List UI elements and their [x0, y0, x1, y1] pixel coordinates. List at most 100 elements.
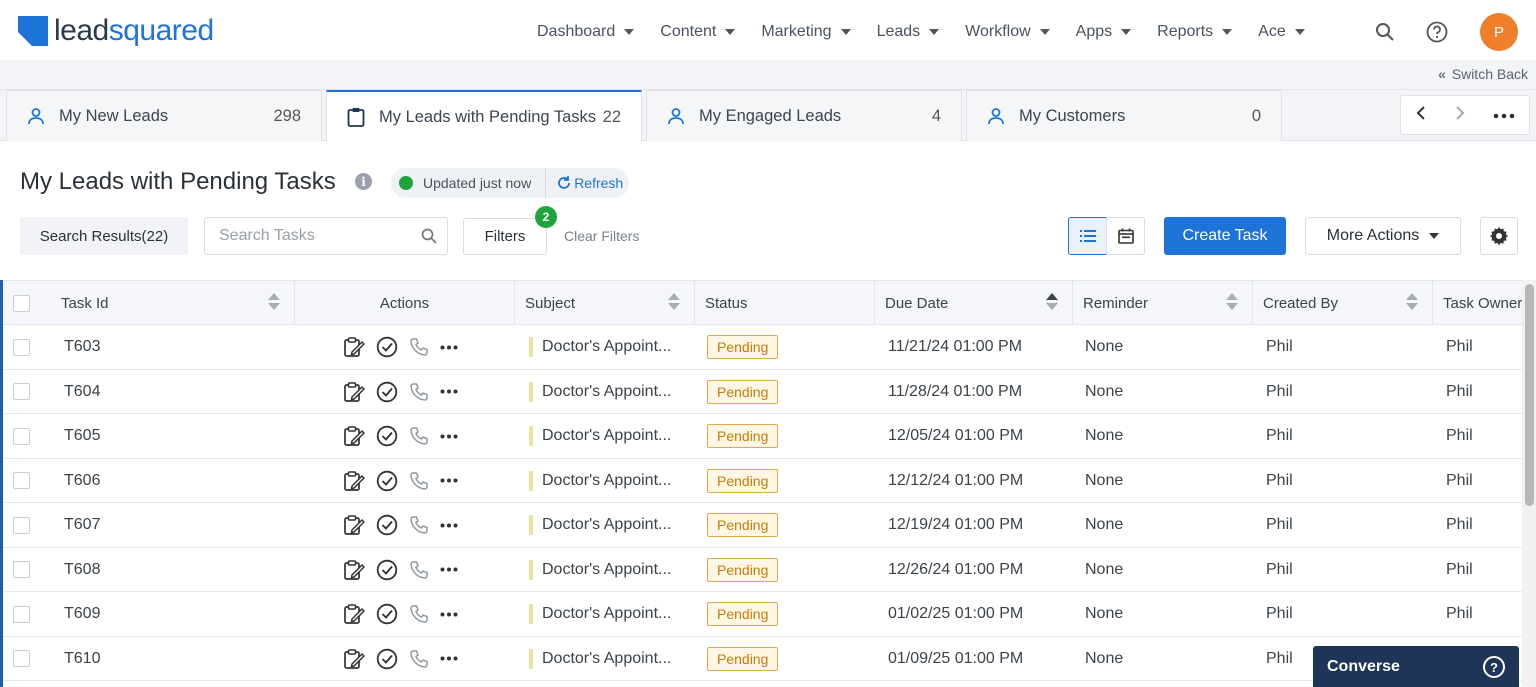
- phone-icon[interactable]: [409, 560, 429, 580]
- col-reminder[interactable]: Reminder: [1073, 281, 1253, 325]
- select-all-checkbox[interactable]: [13, 294, 30, 312]
- nav-marketing[interactable]: Marketing: [748, 0, 863, 64]
- phone-icon[interactable]: [409, 515, 429, 535]
- tab-my-customers[interactable]: My Customers 0: [966, 90, 1282, 141]
- vertical-scrollbar[interactable]: [1522, 280, 1536, 687]
- table-row[interactable]: T608 Doctor's Appoint... Pending 12/26/24 0…: [3, 547, 1522, 592]
- task-id-cell[interactable]: T604: [64, 370, 264, 414]
- table-row[interactable]: T610 Doctor's Appoint... Pending 01/09/25 0…: [3, 636, 1522, 681]
- sort-icon[interactable]: [668, 293, 680, 313]
- search-tasks-box[interactable]: [204, 217, 448, 255]
- subject-cell[interactable]: Doctor's Appoint...: [529, 414, 689, 458]
- sort-icon[interactable]: [1226, 293, 1238, 313]
- settings-button[interactable]: [1480, 217, 1518, 255]
- mark-complete-icon[interactable]: [376, 470, 398, 492]
- chevron-left-icon[interactable]: [1415, 105, 1427, 126]
- subject-cell[interactable]: Doctor's Appoint...: [529, 503, 689, 547]
- mark-complete-icon[interactable]: [376, 603, 398, 625]
- task-id-cell[interactable]: T609: [64, 592, 264, 636]
- mark-complete-icon[interactable]: [376, 425, 398, 447]
- row-checkbox[interactable]: [13, 383, 30, 400]
- info-icon[interactable]: i: [355, 173, 372, 190]
- subject-cell[interactable]: Doctor's Appoint...: [529, 459, 689, 503]
- sort-icon[interactable]: [1406, 293, 1418, 313]
- sort-icon[interactable]: [268, 293, 280, 313]
- more-options-icon[interactable]: [440, 389, 458, 394]
- edit-task-icon[interactable]: [343, 603, 365, 625]
- search-input[interactable]: [219, 227, 409, 245]
- search-icon[interactable]: [421, 228, 437, 249]
- sort-asc-icon[interactable]: [1046, 293, 1058, 313]
- row-checkbox[interactable]: [13, 516, 30, 534]
- clear-filters-link[interactable]: Clear Filters: [564, 228, 639, 244]
- row-checkbox[interactable]: [13, 605, 30, 623]
- mark-complete-icon[interactable]: [376, 381, 398, 403]
- table-row[interactable]: T603 Doctor's Appoint... Pending 11/21/24 0…: [3, 325, 1522, 370]
- phone-icon[interactable]: [409, 337, 429, 357]
- chevron-right-icon[interactable]: [1454, 105, 1466, 126]
- converse-widget[interactable]: Converse ?: [1313, 646, 1519, 687]
- task-id-cell[interactable]: T608: [64, 548, 264, 592]
- mark-complete-icon[interactable]: [376, 559, 398, 581]
- phone-icon[interactable]: [409, 649, 429, 669]
- col-subject[interactable]: Subject: [515, 281, 695, 325]
- scrollbar-thumb[interactable]: [1525, 284, 1534, 506]
- nav-leads[interactable]: Leads: [864, 0, 953, 64]
- search-icon[interactable]: [1372, 19, 1398, 45]
- leadsquared-logo[interactable]: leadsquared: [18, 14, 214, 48]
- col-due-date[interactable]: Due Date: [875, 281, 1073, 325]
- more-options-icon[interactable]: [440, 567, 458, 572]
- task-id-cell[interactable]: T603: [64, 325, 264, 369]
- more-options-icon[interactable]: [440, 612, 458, 617]
- list-view-button[interactable]: [1068, 217, 1107, 255]
- help-icon[interactable]: [1424, 19, 1450, 45]
- table-row[interactable]: T606 Doctor's Appoint... Pending 12/12/24 0…: [3, 458, 1522, 503]
- mark-complete-icon[interactable]: [376, 336, 398, 358]
- task-id-cell[interactable]: T606: [64, 459, 264, 503]
- col-task-id[interactable]: Task Id: [43, 281, 295, 325]
- more-actions-button[interactable]: More Actions: [1305, 217, 1461, 255]
- more-options-icon[interactable]: [440, 656, 458, 661]
- phone-icon[interactable]: [409, 471, 429, 491]
- row-checkbox[interactable]: [13, 650, 30, 667]
- edit-task-icon[interactable]: [343, 648, 365, 670]
- phone-icon[interactable]: [409, 426, 429, 446]
- task-id-cell[interactable]: T607: [64, 503, 264, 547]
- edit-task-icon[interactable]: [343, 559, 365, 581]
- nav-content[interactable]: Content: [647, 0, 748, 64]
- nav-reports[interactable]: Reports: [1144, 0, 1245, 64]
- subject-cell[interactable]: Doctor's Appoint...: [529, 325, 689, 369]
- row-checkbox[interactable]: [13, 561, 30, 578]
- tab-my-engaged-leads[interactable]: My Engaged Leads 4: [646, 90, 962, 141]
- create-task-button[interactable]: Create Task: [1164, 217, 1286, 255]
- nav-workflow[interactable]: Workflow: [952, 0, 1063, 64]
- tab-my-leads-pending-tasks[interactable]: My Leads with Pending Tasks 22: [326, 90, 642, 142]
- edit-task-icon[interactable]: [343, 425, 365, 447]
- phone-icon[interactable]: [409, 382, 429, 402]
- edit-task-icon[interactable]: [343, 514, 365, 536]
- mark-complete-icon[interactable]: [376, 514, 398, 536]
- nav-dashboard[interactable]: Dashboard: [524, 0, 647, 64]
- switch-back-link[interactable]: «Switch Back: [1438, 66, 1528, 82]
- subject-cell[interactable]: Doctor's Appoint...: [529, 370, 689, 414]
- more-icon[interactable]: [1493, 106, 1515, 124]
- subject-cell[interactable]: Doctor's Appoint...: [529, 548, 689, 592]
- table-row[interactable]: T607 Doctor's Appoint... Pending 12/19/24 0…: [3, 503, 1522, 548]
- row-checkbox[interactable]: [13, 427, 30, 445]
- user-avatar[interactable]: P: [1480, 13, 1518, 51]
- more-options-icon[interactable]: [440, 478, 458, 483]
- edit-task-icon[interactable]: [343, 336, 365, 358]
- task-id-cell[interactable]: T605: [64, 414, 264, 458]
- col-created-by[interactable]: Created By: [1253, 281, 1433, 325]
- more-options-icon[interactable]: [440, 434, 458, 439]
- help-icon[interactable]: ?: [1483, 656, 1505, 678]
- mark-complete-icon[interactable]: [376, 648, 398, 670]
- phone-icon[interactable]: [409, 604, 429, 624]
- subject-cell[interactable]: Doctor's Appoint...: [529, 592, 689, 636]
- table-row[interactable]: T604 Doctor's Appoint... Pending 11/28/24 0…: [3, 369, 1522, 414]
- tab-my-new-leads[interactable]: My New Leads 298: [6, 90, 322, 141]
- refresh-button[interactable]: Refresh: [556, 175, 623, 191]
- nav-apps[interactable]: Apps: [1063, 0, 1144, 64]
- nav-ace[interactable]: Ace: [1245, 0, 1318, 64]
- filters-button[interactable]: Filters: [463, 218, 547, 255]
